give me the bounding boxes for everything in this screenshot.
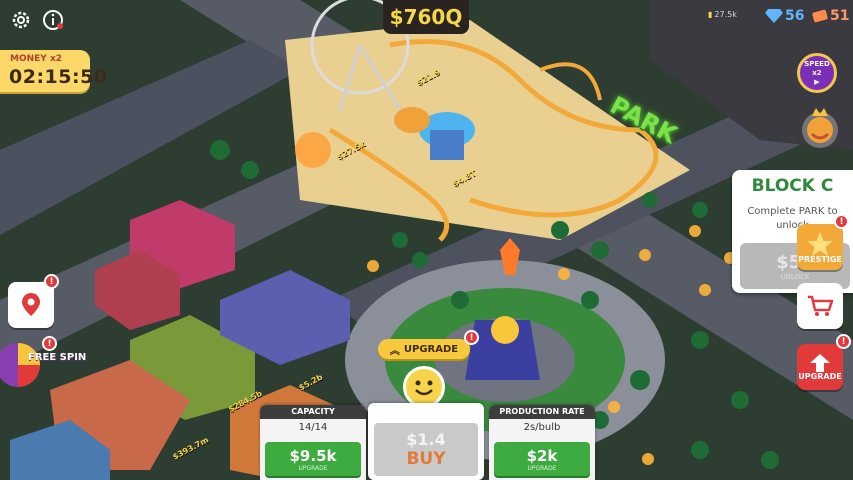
- money-boost-card[interactable]: MONEY x2 02:15:50: [0, 50, 107, 92]
- smiley-bulb-icon: [403, 366, 445, 408]
- settings-button[interactable]: [8, 7, 34, 33]
- capacity-upgrade-label: UPGRADE: [298, 464, 328, 472]
- production-upgrade-label: UPGRADE: [527, 464, 557, 472]
- speed-multiplier: x2: [812, 68, 822, 77]
- shop-button[interactable]: [797, 283, 843, 329]
- prestige-button[interactable]: PRESTIGE: [797, 224, 843, 270]
- money-boost-label: MONEY x2: [10, 54, 63, 64]
- info-icon: [43, 10, 63, 30]
- info-button[interactable]: [40, 7, 66, 33]
- double-chevron-up-icon: ︽: [389, 345, 400, 357]
- ticket-icon: [812, 9, 828, 23]
- money-boost-timer: 02:15:50: [9, 66, 108, 88]
- free-spin-label: FREE SPIN: [28, 352, 87, 363]
- earnings-chip: ▮ 27.5k: [708, 10, 737, 19]
- gear-icon: [12, 11, 30, 29]
- buy-button[interactable]: $1.4 BUY: [374, 423, 478, 476]
- gems-value: 56: [785, 8, 805, 24]
- capacity-card: CAPACITY 14/14 $9.5k UPGRADE: [260, 405, 366, 480]
- upgrade-alert-badge: !: [836, 334, 851, 349]
- tickets-chip[interactable]: 51: [812, 8, 849, 24]
- buy-price: $1.4: [406, 430, 446, 449]
- buy-label: BUY: [406, 449, 446, 469]
- production-upgrade-button[interactable]: $2k UPGRADE: [494, 442, 590, 476]
- building-alert-badge: !: [464, 330, 479, 345]
- map-pin-icon: [22, 293, 40, 316]
- capacity-title: CAPACITY: [260, 405, 366, 419]
- crown-character-icon: [802, 108, 838, 148]
- manager-avatar[interactable]: [800, 100, 840, 160]
- production-rate-card: PRODUCTION RATE 2s/bulb $2k UPGRADE: [489, 405, 595, 480]
- map-alert-badge: !: [44, 274, 59, 289]
- earnings-value: 27.5k: [714, 10, 737, 19]
- production-price: $2k: [526, 446, 558, 465]
- map-button[interactable]: [8, 282, 54, 328]
- play-icon: ▶: [814, 77, 820, 86]
- bulb-icon: ▮: [708, 10, 713, 19]
- production-value: 2s/bulb: [523, 422, 561, 433]
- cart-icon: [808, 295, 834, 316]
- capacity-value: 14/14: [298, 422, 328, 433]
- balance-display: $760Q: [383, 0, 469, 34]
- diamond-icon: [765, 9, 783, 23]
- upgrade-side-label: UPGRADE: [798, 371, 842, 381]
- building-upgrade-label: UPGRADE: [403, 343, 459, 355]
- gems-chip[interactable]: 56: [765, 8, 804, 24]
- global-upgrade-button[interactable]: UPGRADE: [797, 344, 843, 390]
- building-upgrade-button[interactable]: ︽ UPGRADE: [378, 339, 470, 359]
- block-unlock-label: UNLOCK: [780, 272, 810, 281]
- speed-boost-button[interactable]: SPEED x2 ▶: [797, 53, 837, 93]
- production-title: PRODUCTION RATE: [489, 405, 595, 419]
- prestige-label: PRESTIGE: [798, 254, 842, 264]
- buy-card: $1.4 BUY: [368, 403, 484, 480]
- capacity-price: $9.5k: [289, 446, 337, 465]
- spin-alert-badge: !: [42, 336, 57, 351]
- star-icon: [807, 231, 833, 256]
- tickets-value: 51: [830, 8, 850, 24]
- prestige-alert-badge: !: [834, 214, 849, 229]
- block-title: BLOCK C: [751, 176, 834, 196]
- upgrade-arrow-icon: [810, 353, 830, 372]
- speed-label: SPEED: [804, 59, 830, 68]
- capacity-upgrade-button[interactable]: $9.5k UPGRADE: [265, 442, 361, 476]
